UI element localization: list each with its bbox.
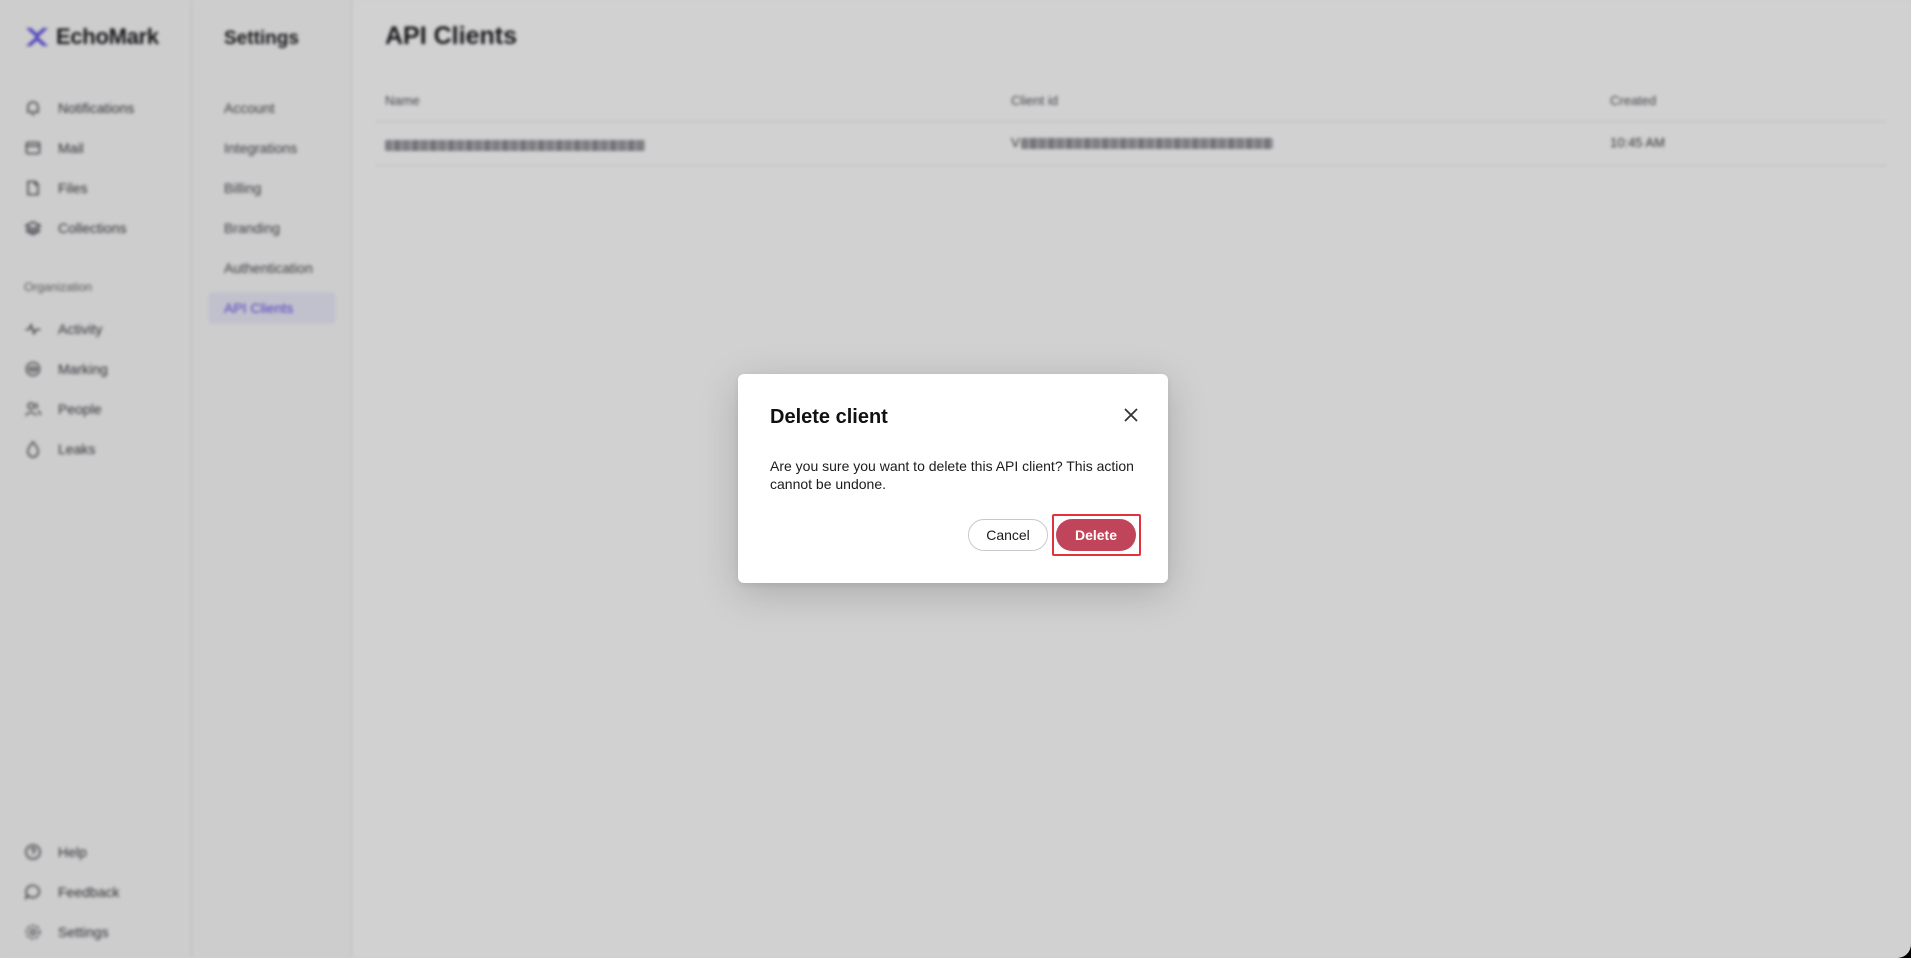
- delete-client-dialog: Delete client Are you sure you want to d…: [738, 374, 1168, 583]
- dialog-title: Delete client: [770, 406, 888, 428]
- close-icon: [1124, 408, 1138, 422]
- delete-button[interactable]: Delete: [1056, 519, 1136, 551]
- cancel-button[interactable]: Cancel: [968, 519, 1048, 551]
- app-window: EchoMark Notifications Mail Files Collec…: [0, 0, 1911, 958]
- dialog-message: Are you sure you want to delete this API…: [770, 458, 1134, 492]
- close-button[interactable]: [1120, 404, 1142, 426]
